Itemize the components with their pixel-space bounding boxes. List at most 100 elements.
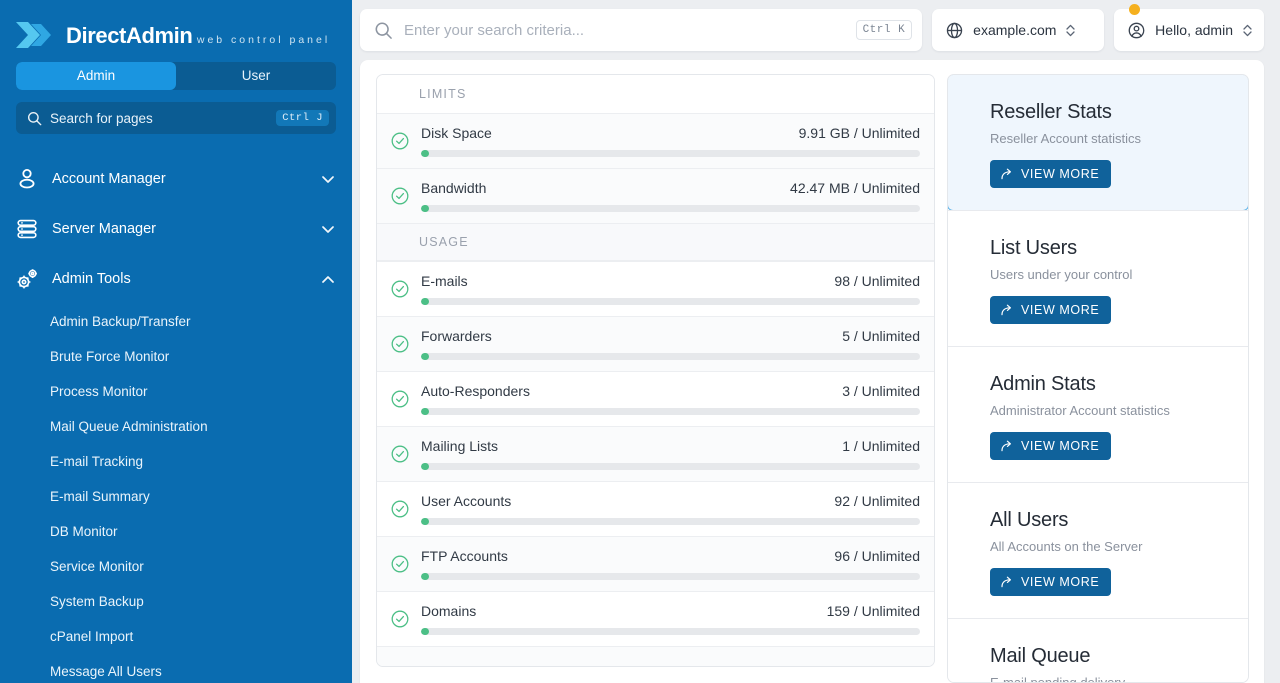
page-search-placeholder: Search for pages: [50, 111, 276, 126]
section-header-limits: LIMITS: [377, 75, 934, 113]
stat-value: 42.47 MB / Unlimited: [790, 180, 920, 196]
quick-links-panel: Reseller Stats Reseller Account statisti…: [947, 74, 1249, 683]
card-all-users[interactable]: All Users All Accounts on the Server VIE…: [948, 482, 1248, 618]
sidebar-group-label: Server Manager: [52, 221, 320, 237]
view-more-label: VIEW MORE: [1021, 303, 1099, 317]
sidebar-item-brute-force-monitor[interactable]: Brute Force Monitor: [50, 339, 352, 374]
external-link-icon: [1000, 167, 1014, 181]
card-title: Admin Stats: [990, 373, 1226, 396]
card-title: All Users: [990, 509, 1226, 532]
stat-label: Forwarders: [421, 328, 842, 344]
sidebar-item-message-all-users[interactable]: Message All Users: [50, 654, 352, 683]
domain-selector[interactable]: example.com: [932, 9, 1104, 51]
gears-icon: [14, 266, 40, 292]
content-panel: LIMITS Disk Space 9.91 GB / Unlimited: [360, 60, 1264, 683]
selector-icon: [1242, 23, 1253, 38]
card-reseller-stats[interactable]: Reseller Stats Reseller Account statisti…: [947, 74, 1249, 211]
search-icon: [27, 111, 42, 126]
progress-bar: [421, 408, 920, 415]
card-title: Mail Queue: [990, 645, 1226, 668]
tab-user[interactable]: User: [176, 62, 336, 90]
search-icon: [374, 21, 393, 40]
stat-label: User Accounts: [421, 493, 834, 509]
sidebar-item-admin-backup-transfer[interactable]: Admin Backup/Transfer: [50, 304, 352, 339]
brand-subtitle: web control panel: [197, 34, 330, 46]
card-admin-stats[interactable]: Admin Stats Administrator Account statis…: [948, 346, 1248, 482]
card-subtitle: All Accounts on the Server: [990, 539, 1226, 554]
card-subtitle: Users under your control: [990, 267, 1226, 282]
page-search-input[interactable]: Search for pages Ctrl J: [16, 102, 336, 134]
sidebar: DirectAdmin web control panel Admin User…: [0, 0, 352, 683]
directadmin-logo-icon: [14, 18, 58, 52]
sidebar-item-cpanel-import[interactable]: cPanel Import: [50, 619, 352, 654]
page-search-shortcut: Ctrl J: [276, 110, 329, 126]
sidebar-group-account-manager[interactable]: Account Manager: [0, 154, 352, 204]
user-circle-icon: [1127, 21, 1146, 40]
stat-label: Mailing Lists: [421, 438, 842, 454]
admin-tools-submenu: Admin Backup/Transfer Brute Force Monito…: [0, 304, 352, 683]
external-link-icon: [1000, 575, 1014, 589]
card-title: List Users: [990, 237, 1226, 260]
sidebar-item-email-tracking[interactable]: E-mail Tracking: [50, 444, 352, 479]
stat-label: Disk Space: [421, 125, 799, 141]
stat-row: Disk Space 9.91 GB / Unlimited: [377, 113, 934, 168]
stat-row: FTP Accounts 96 / Unlimited: [377, 536, 934, 591]
user-icon: [14, 166, 40, 192]
tab-admin[interactable]: Admin: [16, 62, 176, 90]
card-mail-queue[interactable]: Mail Queue E-mail pending delivery VIEW …: [948, 618, 1248, 683]
view-more-button[interactable]: VIEW MORE: [990, 568, 1111, 596]
globe-icon: [945, 21, 964, 40]
chevron-down-icon: [320, 221, 336, 237]
view-more-button[interactable]: VIEW MORE: [990, 432, 1111, 460]
stat-row: Bandwidth 42.47 MB / Unlimited: [377, 168, 934, 223]
check-circle-icon: [391, 555, 409, 573]
progress-bar: [421, 353, 920, 360]
view-more-label: VIEW MORE: [1021, 575, 1099, 589]
domain-value: example.com: [973, 22, 1056, 38]
sidebar-group-label: Admin Tools: [52, 271, 320, 287]
selector-icon: [1065, 23, 1076, 38]
card-subtitle: E-mail pending delivery: [990, 675, 1226, 683]
stat-value: 5 / Unlimited: [842, 328, 920, 344]
sidebar-item-db-monitor[interactable]: DB Monitor: [50, 514, 352, 549]
sidebar-item-mail-queue-administration[interactable]: Mail Queue Administration: [50, 409, 352, 444]
account-stats-card: LIMITS Disk Space 9.91 GB / Unlimited: [376, 74, 935, 667]
check-circle-icon: [391, 335, 409, 353]
stat-label: Bandwidth: [421, 180, 790, 196]
stat-row: Forwarders 5 / Unlimited: [377, 316, 934, 371]
search-input[interactable]: Enter your search criteria... Ctrl K: [360, 9, 922, 51]
stat-row: Auto-Responders 3 / Unlimited: [377, 371, 934, 426]
stat-value: 3 / Unlimited: [842, 383, 920, 399]
stat-label: Domains: [421, 603, 827, 619]
progress-bar: [421, 628, 920, 635]
card-list-users[interactable]: List Users Users under your control VIEW…: [948, 210, 1248, 346]
sidebar-group-server-manager[interactable]: Server Manager: [0, 204, 352, 254]
user-greeting: Hello, admin: [1155, 22, 1233, 38]
view-more-button[interactable]: VIEW MORE: [990, 296, 1111, 324]
search-shortcut: Ctrl K: [856, 20, 913, 40]
notification-dot-icon: [1129, 4, 1140, 15]
sidebar-item-email-summary[interactable]: E-mail Summary: [50, 479, 352, 514]
progress-bar: [421, 573, 920, 580]
sidebar-group-label: Account Manager: [52, 171, 320, 187]
sidebar-item-system-backup[interactable]: System Backup: [50, 584, 352, 619]
brand-logo-area[interactable]: DirectAdmin web control panel: [0, 0, 352, 58]
chevron-up-icon: [320, 271, 336, 287]
card-subtitle: Reseller Account statistics: [990, 131, 1226, 146]
stat-value: 9.91 GB / Unlimited: [799, 125, 920, 141]
check-circle-icon: [391, 280, 409, 298]
stat-value: 159 / Unlimited: [827, 603, 920, 619]
user-menu[interactable]: Hello, admin: [1114, 9, 1264, 51]
sidebar-item-service-monitor[interactable]: Service Monitor: [50, 549, 352, 584]
card-subtitle: Administrator Account statistics: [990, 403, 1226, 418]
check-circle-icon: [391, 610, 409, 628]
brand-title: DirectAdmin: [66, 23, 192, 48]
stat-row: [377, 646, 934, 666]
view-more-button[interactable]: VIEW MORE: [990, 160, 1111, 188]
progress-bar: [421, 150, 920, 157]
check-circle-icon: [391, 132, 409, 150]
section-header-usage: USAGE: [377, 223, 934, 261]
sidebar-nav: Account Manager Server Manager: [0, 154, 352, 683]
sidebar-group-admin-tools[interactable]: Admin Tools: [0, 254, 352, 304]
sidebar-item-process-monitor[interactable]: Process Monitor: [50, 374, 352, 409]
